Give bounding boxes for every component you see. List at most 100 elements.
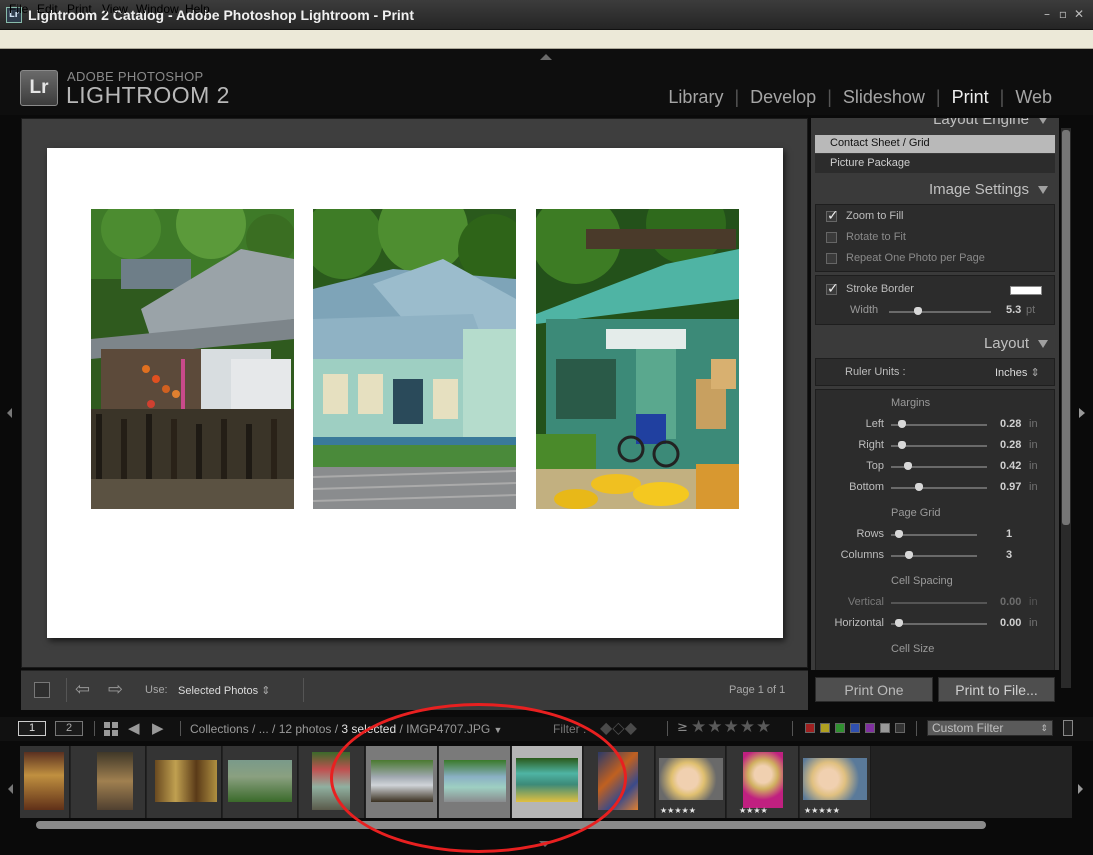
margin-left-knob[interactable] <box>898 420 906 428</box>
print-photo-3[interactable] <box>536 209 739 509</box>
repeat-one-photo-checkbox[interactable] <box>826 253 837 264</box>
columns-value[interactable]: 3 <box>1006 549 1012 561</box>
image-settings-title: Image Settings <box>928 181 1029 198</box>
margin-bottom-knob[interactable] <box>915 483 923 491</box>
filmstrip-thumb[interactable] <box>223 746 298 818</box>
purple-label-filter[interactable] <box>865 723 875 733</box>
rotate-to-fit-label: Rotate to Fit <box>846 231 906 243</box>
rows-slider[interactable] <box>891 534 977 536</box>
menu-view[interactable]: View <box>102 2 128 16</box>
columns-label: Columns <box>840 549 884 561</box>
margin-bottom-label: Bottom <box>849 481 884 493</box>
margin-right-knob[interactable] <box>898 441 906 449</box>
menu-print[interactable]: Print <box>67 2 92 16</box>
module-library[interactable]: Library <box>668 87 723 108</box>
right-panel-arrow-icon[interactable] <box>1079 408 1085 418</box>
horizontal-spacing-knob[interactable] <box>895 619 903 627</box>
rating-operator[interactable]: ≥ <box>677 720 688 735</box>
rows-knob[interactable] <box>895 530 903 538</box>
use-dropdown[interactable]: Selected Photos ⇕ <box>178 684 270 697</box>
width-slider-knob[interactable] <box>914 307 922 315</box>
ruler-units-dropdown[interactable]: Inches ⇕ <box>995 366 1040 379</box>
menu-file[interactable]: File <box>9 2 28 16</box>
vertical-spacing-value[interactable]: 0.00 <box>1000 596 1021 608</box>
filmstrip-thumb[interactable] <box>147 746 222 818</box>
module-web[interactable]: Web <box>1015 87 1052 108</box>
module-develop[interactable]: Develop <box>750 87 816 108</box>
margins-heading: Margins <box>891 397 931 409</box>
filmstrip-thumb[interactable]: ★★★★★ <box>656 746 726 818</box>
stroke-border-checkbox[interactable] <box>826 281 839 297</box>
collapse-triangle-icon[interactable] <box>1038 186 1048 194</box>
red-label-filter[interactable] <box>805 723 815 733</box>
margin-top-value[interactable]: 0.42 <box>1000 460 1021 472</box>
thumb-rating: ★★★★ <box>739 806 768 815</box>
screen-2-button[interactable]: 2 <box>55 721 83 736</box>
horizontal-spacing-value[interactable]: 0.00 <box>1000 617 1021 629</box>
menu-edit[interactable]: Edit <box>37 2 58 16</box>
filmstrip-scroll-right-icon[interactable] <box>1078 784 1083 794</box>
width-slider-track[interactable] <box>889 311 991 313</box>
yellow-label-filter[interactable] <box>820 723 830 733</box>
flag-filter-icons[interactable]: ◆◇◆ <box>600 718 637 737</box>
print-photo-2[interactable] <box>313 209 516 509</box>
columns-slider[interactable] <box>891 555 977 557</box>
margin-bottom-value[interactable]: 0.97 <box>1000 481 1021 493</box>
width-value[interactable]: 5.3 <box>1006 304 1021 316</box>
horizontal-spacing-slider[interactable] <box>891 623 987 625</box>
minimize-icon[interactable]: – <box>1040 7 1054 21</box>
rotate-to-fit-checkbox[interactable] <box>826 232 837 243</box>
vertical-spacing-label: Vertical <box>847 596 884 608</box>
right-panel-scroll-thumb[interactable] <box>1062 130 1070 525</box>
custom-filter-dropdown[interactable]: Custom Filter ⇕ <box>927 720 1053 736</box>
source-path: Collections / ... / 12 photos / <box>190 722 339 736</box>
thumb-rating: ★★★★★ <box>804 806 840 815</box>
rating-stars-filter[interactable]: ★★★★★ <box>691 717 772 737</box>
print-photo-1[interactable] <box>91 209 294 509</box>
page-view-toggle[interactable] <box>34 682 50 698</box>
ruler-units-label: Ruler Units : <box>845 366 906 378</box>
vertical-spacing-slider[interactable] <box>891 602 987 604</box>
gray-label-filter[interactable] <box>880 723 890 733</box>
filmstrip-scroll-left-icon[interactable] <box>8 784 13 794</box>
module-print[interactable]: Print <box>952 87 989 108</box>
previous-page-icon[interactable]: ⇦ <box>75 679 90 700</box>
back-arrow-icon[interactable]: ◀ <box>128 719 140 737</box>
margin-bottom-slider[interactable] <box>891 487 987 489</box>
rows-value[interactable]: 1 <box>1006 528 1012 540</box>
layout-option-contact-sheet[interactable]: Contact Sheet / Grid <box>815 135 1055 153</box>
screen-1-button[interactable]: 1 <box>18 721 46 736</box>
close-icon[interactable]: ✕ <box>1072 7 1086 21</box>
margin-left-value[interactable]: 0.28 <box>1000 418 1021 430</box>
next-page-icon[interactable]: ⇨ <box>108 679 123 700</box>
print-one-button[interactable]: Print One <box>815 677 933 702</box>
maximize-icon[interactable]: ▫ <box>1056 7 1070 21</box>
menu-help[interactable]: Help <box>185 2 210 16</box>
collapse-top-arrow-icon[interactable] <box>540 54 552 60</box>
stroke-color-swatch[interactable] <box>1010 286 1042 295</box>
margin-top-knob[interactable] <box>904 462 912 470</box>
layout-option-picture-package[interactable]: Picture Package <box>815 154 1055 173</box>
forward-arrow-icon[interactable]: ▶ <box>152 719 164 737</box>
module-slideshow[interactable]: Slideshow <box>843 87 925 108</box>
green-label-filter[interactable] <box>835 723 845 733</box>
zoom-to-fill-checkbox[interactable] <box>826 208 839 224</box>
collapse-triangle-icon[interactable] <box>1038 340 1048 348</box>
filter-lock-icon[interactable] <box>1063 720 1073 736</box>
collapse-triangle-icon[interactable] <box>1038 118 1048 124</box>
columns-knob[interactable] <box>905 551 913 559</box>
menu-window[interactable]: Window <box>136 2 179 16</box>
filmstrip-thumb[interactable]: ★★★★ <box>727 746 799 818</box>
no-label-filter[interactable] <box>895 723 905 733</box>
left-panel-arrow-icon[interactable] <box>7 408 12 418</box>
filmstrip-thumb[interactable] <box>20 746 70 818</box>
image-settings-header[interactable]: Image Settings <box>811 178 1059 202</box>
width-unit: pt <box>1026 304 1036 316</box>
filmstrip-thumb[interactable]: ★★★★★ <box>800 746 871 818</box>
print-to-file-button[interactable]: Print to File... <box>938 677 1055 702</box>
blue-label-filter[interactable] <box>850 723 860 733</box>
filmstrip-thumb[interactable] <box>71 746 146 818</box>
layout-header[interactable]: Layout <box>811 332 1059 356</box>
margin-right-value[interactable]: 0.28 <box>1000 439 1021 451</box>
grid-view-icon[interactable] <box>103 721 119 737</box>
